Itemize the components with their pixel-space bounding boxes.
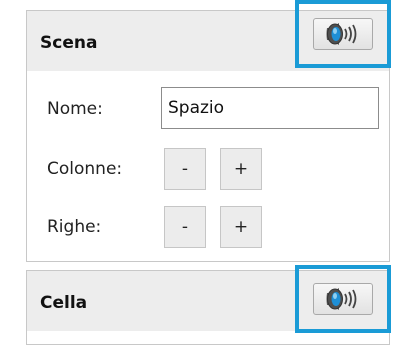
name-input[interactable] [161,87,379,129]
scena-speak-button[interactable] [313,18,373,50]
columns-label: Colonne: [47,159,123,179]
columns-decrement-button[interactable]: - [164,148,206,190]
speaker-sound-icon [326,23,357,45]
rows-increment-button[interactable]: + [220,206,262,248]
cella-title: Cella [40,293,88,313]
rows-label: Righe: [47,217,102,237]
rows-decrement-button[interactable]: - [164,206,206,248]
name-label: Nome: [47,99,103,119]
scena-title: Scena [40,33,98,53]
speaker-sound-icon [326,288,357,310]
scena-speak-highlight [295,0,391,68]
columns-increment-button[interactable]: + [220,148,262,190]
cella-speak-button[interactable] [313,283,373,315]
cella-speak-highlight [295,265,391,333]
